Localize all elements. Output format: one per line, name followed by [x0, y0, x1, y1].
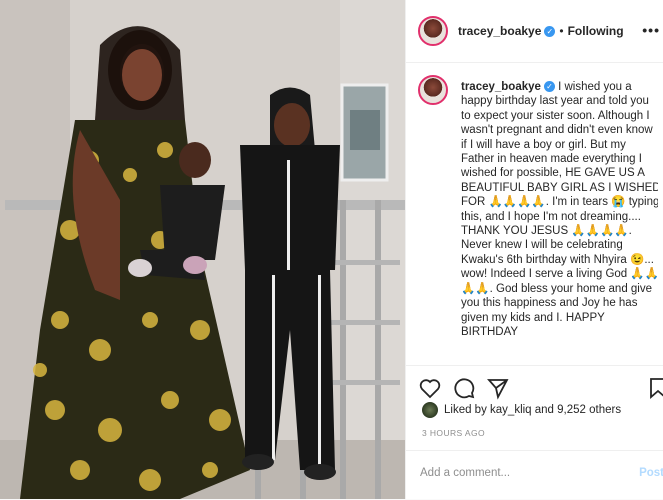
username-link[interactable]: tracey_boakye [458, 24, 541, 38]
likes-row: Liked by kay_kliq and 9,252 others [422, 402, 621, 418]
more-options-icon[interactable]: ••• [642, 22, 660, 38]
caption: tracey_boakye ✓ I wished you a happy birt… [418, 75, 658, 360]
post-header: tracey_boakye ✓ • Following ••• [406, 0, 663, 63]
comment-box: Add a comment... Post [406, 450, 663, 500]
post-photo [0, 0, 405, 499]
caption-username[interactable]: tracey_boakye [461, 81, 541, 93]
heart-icon[interactable] [418, 376, 442, 400]
avatar[interactable] [418, 16, 448, 46]
likes-text[interactable]: Liked by kay_kliq and 9,252 others [444, 404, 621, 416]
caption-avatar[interactable] [418, 75, 448, 105]
verified-icon: ✓ [544, 25, 556, 37]
share-icon[interactable] [486, 376, 510, 400]
following-button[interactable]: Following [568, 24, 624, 38]
separator-dot: • [559, 24, 564, 38]
caption-verified-icon: ✓ [543, 81, 555, 92]
post-comment-button[interactable]: Post [639, 467, 663, 479]
caption-text: I wished you a happy birthday last year … [461, 81, 658, 338]
liker-avatar[interactable] [422, 402, 438, 418]
post-timestamp: 3 HOURS AGO [422, 428, 485, 438]
comment-input[interactable]: Add a comment... [420, 467, 510, 479]
caption-text-block: tracey_boakye ✓ I wished you a happy birt… [461, 80, 658, 339]
bookmark-icon[interactable] [646, 376, 663, 400]
comment-icon[interactable] [452, 376, 476, 400]
post-side-panel: tracey_boakye ✓ • Following ••• tracey_b… [405, 0, 663, 499]
